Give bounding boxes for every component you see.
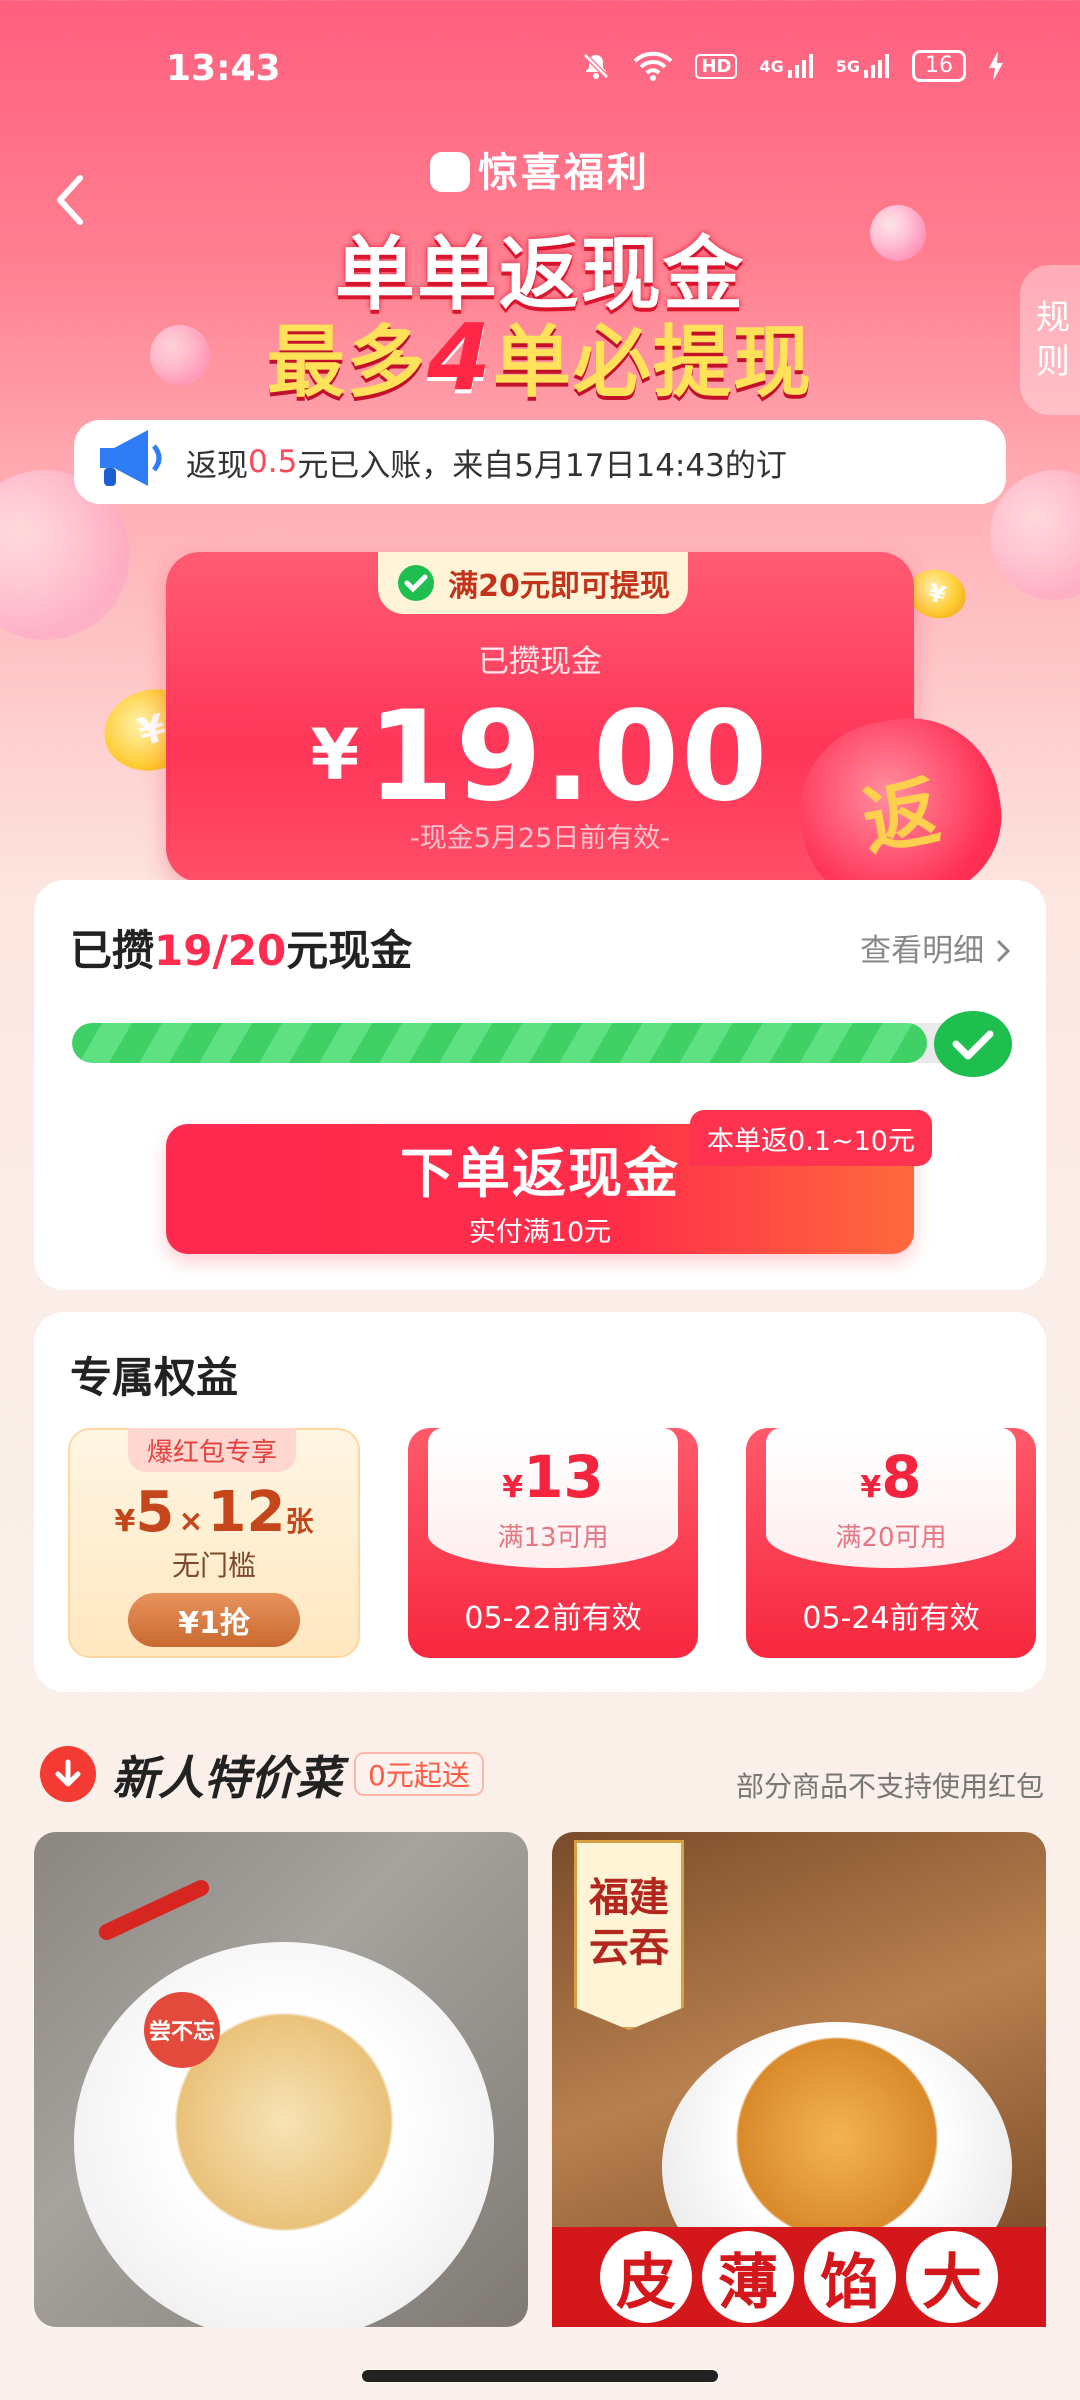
red-packet-value: ¥5 ×12张 — [68, 1480, 360, 1545]
progress-bar-fill — [72, 1023, 927, 1063]
product-image — [74, 1942, 494, 2327]
times-sign: × — [178, 1504, 204, 1539]
wifi-icon — [633, 51, 673, 81]
section-title: 新人特价菜 — [112, 1751, 342, 1805]
hd-badge: HD — [695, 53, 738, 79]
coupon-condition: 满13可用 — [497, 1522, 609, 1553]
product-slogan-banner: 皮 薄 馅 大 — [552, 2227, 1046, 2327]
charging-icon — [988, 51, 1004, 81]
brand-label: 惊喜福利 — [478, 150, 650, 196]
slogan-char: 大 — [906, 2231, 998, 2323]
brand-bag-icon — [430, 152, 470, 192]
status-icons: HD 4G 5G 16 — [581, 50, 1004, 82]
coupon-value: ¥13 — [502, 1443, 604, 1511]
coupon-top: ¥8 满20可用 — [766, 1428, 1016, 1568]
amount-value: 19.00 — [367, 685, 770, 829]
chevron-right-icon — [996, 939, 1011, 963]
coupon-expiry: 05-22前有效 — [464, 1601, 642, 1636]
hero-line-2-pre: 最多 — [266, 318, 427, 408]
signal-icon-2: 5G — [836, 52, 890, 80]
currency-symbol: ¥ — [114, 1504, 136, 1539]
slogan-char: 馅 — [804, 2231, 896, 2323]
currency-symbol: ¥ — [502, 1469, 524, 1505]
product-card[interactable]: 尝不忘 — [34, 1832, 528, 2327]
packet-value: 5 — [135, 1480, 175, 1545]
progress-title-post: 元现金 — [286, 926, 413, 975]
brand-title: 惊喜福利 — [0, 140, 1080, 198]
currency-symbol: ¥ — [310, 714, 360, 796]
coupon-top: ¥13 满13可用 — [428, 1428, 678, 1568]
free-delivery-tag: 0元起送 — [354, 1752, 484, 1796]
progress-value: 19/20 — [154, 926, 287, 975]
rules-label: 规则 — [1036, 298, 1070, 382]
packet-unit: 张 — [285, 1505, 314, 1538]
notice-post: 元已入账，来自5月17日14:43的订 — [297, 447, 787, 484]
progress-title-pre: 已攒 — [70, 926, 155, 975]
home-indicator[interactable] — [362, 2370, 718, 2382]
currency-symbol: ¥ — [860, 1469, 882, 1505]
red-packet-condition: 无门槛 — [171, 1549, 256, 1582]
slogan-char: 薄 — [702, 2231, 794, 2323]
progress-check-icon — [934, 1011, 1012, 1077]
chili-decor — [96, 1877, 212, 1943]
coupon-amount: 8 — [881, 1442, 922, 1511]
section-arrow-icon — [40, 1746, 96, 1802]
order-button-subtitle: 实付满10元 — [468, 1217, 612, 1248]
megaphone-icon — [92, 418, 172, 498]
view-details-link[interactable]: 查看明细 — [860, 925, 1012, 970]
coupon-condition: 满20可用 — [835, 1522, 947, 1553]
packet-count: 12 — [207, 1480, 286, 1545]
signal-icon: 4G — [759, 52, 813, 80]
network-label-2: 5G — [835, 56, 860, 76]
hero-line-2: 最多4单必提现 — [0, 300, 1080, 412]
coupon-value: ¥8 — [860, 1443, 921, 1511]
withdraw-threshold-label: 满20元即可提现 — [448, 569, 670, 604]
view-details-label: 查看明细 — [860, 933, 985, 969]
product-badge: 福建云吞 — [574, 1840, 684, 2030]
progress-bar — [72, 1023, 972, 1063]
hero-line-2-num: 4 — [426, 304, 493, 411]
saved-cash-label: 已攒现金 — [478, 644, 602, 680]
grab-button[interactable]: ¥1抢 — [128, 1593, 300, 1647]
coupon-expiry: 05-24前有效 — [802, 1601, 980, 1636]
battery-icon: 16 — [912, 50, 966, 82]
mute-icon — [581, 51, 611, 81]
status-time: 13:43 — [166, 48, 281, 89]
order-button-title: 下单返现金 — [400, 1142, 680, 1205]
rules-button[interactable]: 规则 — [1020, 265, 1080, 415]
hero-line-2-post: 单必提现 — [493, 318, 814, 408]
decor-bubble — [990, 470, 1080, 600]
order-reward-badge: 本单返0.1~10元 — [690, 1110, 932, 1166]
notice-pre: 返现 — [186, 447, 248, 484]
slogan-char: 皮 — [600, 2231, 692, 2323]
section-note: 部分商品不支持使用红包 — [735, 1770, 1044, 1803]
product-brand-stamp: 尝不忘 — [144, 1992, 220, 2068]
red-packet-tag: 爆红包专享 — [128, 1428, 296, 1472]
progress-title: 已攒19/20元现金 — [70, 917, 412, 978]
notice-amount: 0.5 — [248, 444, 298, 480]
coupon-card[interactable]: ¥13 满13可用 05-22前有效 — [408, 1428, 698, 1658]
check-icon — [398, 565, 435, 601]
coupon-card[interactable]: ¥8 满20可用 05-24前有效 — [746, 1428, 1036, 1658]
coupon-amount: 13 — [523, 1442, 604, 1511]
network-label: 4G — [759, 56, 784, 76]
cashback-notice: 返现 0.5 元已入账，来自5月17日14:43的订 — [74, 420, 1006, 504]
benefits-title: 专属权益 — [70, 1353, 239, 1402]
withdraw-threshold-tag: 满20元即可提现 — [378, 552, 688, 614]
